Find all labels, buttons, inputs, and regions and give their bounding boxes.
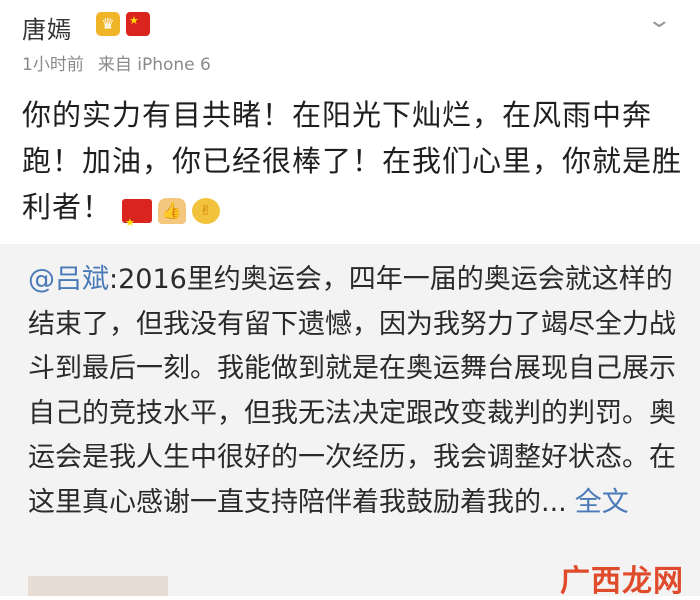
repost-body: @吕斌:2016里约奥运会，四年一届的奥运会就这样的结束了，但我没有留下遗憾，因… [28,258,678,525]
repost-card[interactable]: @吕斌:2016里约奥运会，四年一届的奥运会就这样的结束了，但我没有留下遗憾，因… [0,244,700,596]
emoji-row: ★ 👍 ✌ [122,186,221,232]
post-body: 你的实力有目共睹！在阳光下灿烂，在风雨中奔跑！加油，你已经很棒了！在我们心里，你… [22,92,682,232]
read-more-link[interactable]: 全文 [575,487,629,518]
china-flag-emoji-icon: ★ [122,199,153,229]
post-meta: 1小时前 来自 iPhone 6 [22,50,211,75]
thumbs-up-emoji-icon: 👍 [158,198,187,224]
post-time: 1小时前 [22,55,84,75]
post-source: 来自 iPhone 6 [97,55,211,75]
post-header: 唐嫣 ♛ ★ ⌄ 1小时前 来自 iPhone 6 [0,0,700,80]
watermark: 广西龙网 [560,564,684,599]
repost-text: :2016里约奥运会，四年一届的奥运会就这样的结束了，但我没有留下遗憾，因为我努… [28,264,676,518]
post-text: 你的实力有目共睹！在阳光下灿烂，在风雨中奔跑！加油，你已经很棒了！在我们心里，你… [22,98,683,224]
repost-mention[interactable]: @吕斌 [28,264,109,295]
cheer-emoji-icon: ✌ [192,198,221,224]
chevron-down-icon[interactable]: ⌄ [646,8,672,33]
crown-badge-icon[interactable]: ♛ [96,12,120,36]
china-flag-badge-icon[interactable]: ★ [126,12,150,36]
repost-image-thumbnail[interactable] [28,576,168,596]
username[interactable]: 唐嫣 [22,10,72,45]
